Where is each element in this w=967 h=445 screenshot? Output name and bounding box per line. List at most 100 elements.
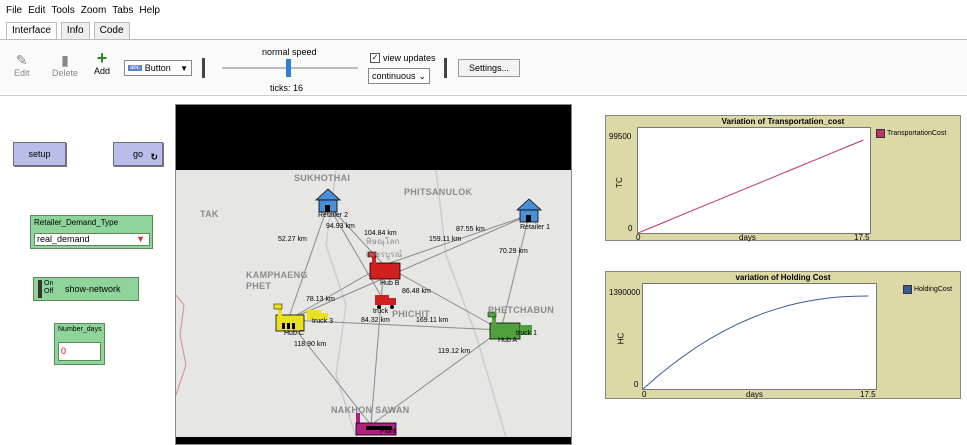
y-axis-label: HC — [616, 332, 626, 345]
switch-on-label: On — [44, 280, 54, 287]
legend-swatch — [903, 285, 912, 294]
trash-icon: ▮ — [61, 52, 69, 68]
y-axis-label: TC — [614, 177, 624, 188]
distance-label: 119.12 km — [438, 348, 471, 355]
divider — [444, 58, 447, 78]
setup-label: setup — [28, 149, 51, 159]
switch-label: show-network — [65, 284, 121, 294]
world-view[interactable]: TAK PHITSANULOK KAMPHAENG PHET PHETCHABU… — [175, 104, 572, 445]
chooser-value[interactable]: real_demand ▼ — [34, 233, 150, 246]
legend-label: TransportationCost — [887, 130, 947, 137]
region-label: NAKHON SAWAN — [331, 405, 410, 415]
chevron-down-icon: ▼ — [180, 63, 188, 73]
x-axis-label: days — [739, 233, 756, 242]
input-title: Number_days — [58, 326, 102, 333]
plot-area — [637, 127, 871, 234]
menu-tools[interactable]: Tools — [51, 5, 74, 16]
view-updates-toggle[interactable]: ✓ view updates — [370, 53, 436, 63]
menu-help[interactable]: Help — [139, 5, 160, 16]
x-min-label: 0 — [642, 390, 647, 399]
plot-svg — [637, 139, 864, 234]
distance-label: 118.90 km — [294, 341, 327, 348]
button-widget-icon: abc — [128, 65, 142, 71]
plot-title: Variation of Transportation_cost — [721, 117, 845, 126]
distance-label: 169.11 km — [416, 317, 449, 324]
speed-slider-thumb[interactable] — [286, 59, 291, 77]
delete-tool[interactable]: ▮ Delete — [52, 52, 78, 78]
settings-button[interactable]: Settings... — [458, 59, 520, 77]
pencil-icon: ✎ — [15, 52, 28, 68]
ticks-counter: ticks: 16 — [270, 83, 304, 93]
plus-icon: + — [96, 48, 108, 68]
retailer-1-icon[interactable] — [515, 198, 543, 223]
node-label: Hub B — [380, 280, 400, 287]
region-label: SUKHOTHAI — [294, 173, 351, 183]
node-label: Retailer 1 — [520, 224, 550, 231]
view-updates-checkbox[interactable]: ✓ — [370, 53, 380, 63]
update-mode-select[interactable]: continuous ⌄ — [368, 68, 430, 84]
tab-info[interactable]: Info — [60, 22, 90, 39]
distance-label: 94.93 km — [326, 223, 355, 230]
distance-label: 78.13 km — [306, 296, 335, 303]
show-network-switch[interactable]: On Off show-network — [33, 277, 139, 301]
distance-label: 86.48 km — [402, 288, 431, 295]
switch-off-label: Off — [44, 288, 54, 295]
retailer-2-icon[interactable] — [314, 188, 342, 213]
tab-code[interactable]: Code — [93, 22, 130, 39]
node-label: Hub C — [284, 330, 304, 337]
distance-label: 104.84 km — [364, 230, 397, 237]
truck-icon[interactable] — [375, 295, 396, 309]
switch-toggle[interactable]: On Off — [38, 280, 60, 298]
chooser-title: Retailer_Demand_Type — [34, 218, 119, 227]
holding-cost-line — [642, 295, 869, 390]
number-days-input[interactable]: Number_days 0 — [54, 323, 105, 365]
node-label: truck — [373, 308, 389, 315]
widget-type-value: Button — [144, 63, 171, 73]
y-max-label: 99500 — [609, 132, 632, 141]
tab-interface[interactable]: Interface — [6, 22, 57, 39]
transportation-cost-line — [637, 139, 864, 234]
transportation-cost-plot: Variation of Transportation_cost 99500 0… — [605, 115, 961, 242]
province-border — [176, 294, 187, 396]
go-button[interactable]: go ↻ — [113, 142, 163, 166]
x-axis-label: days — [746, 390, 763, 399]
legend: HoldingCost — [903, 285, 952, 294]
view-updates-label: view updates — [383, 53, 436, 63]
widget-type-select[interactable]: abc Button ▼ — [124, 60, 192, 76]
tab-bar: Interface Info Code — [0, 22, 967, 40]
add-label: Add — [94, 66, 111, 76]
region-label: PHITSANULOK — [404, 187, 473, 197]
distance-label: 87.55 km — [456, 226, 485, 233]
y-min-label: 0 — [634, 380, 639, 389]
speed-label: normal speed — [262, 47, 317, 57]
node-label: Retailer 2 — [318, 212, 348, 219]
hub-c-icon[interactable] — [273, 303, 305, 332]
node-label: truck 1 — [516, 330, 538, 337]
legend-label: HoldingCost — [914, 286, 953, 293]
input-value[interactable]: 0 — [58, 342, 101, 361]
map-network — [176, 169, 543, 438]
distance-label: 52.27 km — [278, 236, 307, 243]
distance-label: 70.29 km — [499, 248, 528, 255]
triangle-down-icon: ▼ — [136, 234, 145, 244]
legend: TransportationCost — [876, 129, 946, 138]
setup-button[interactable]: setup — [13, 142, 66, 166]
legend-swatch — [876, 129, 885, 138]
node-label: Hub A — [498, 337, 518, 344]
go-label: go — [132, 149, 143, 159]
menu-edit[interactable]: Edit — [28, 5, 45, 16]
plot-title: variation of Holding Cost — [735, 273, 831, 282]
forever-icon: ↻ — [150, 152, 158, 162]
menu-file[interactable]: File — [6, 5, 22, 16]
menu-zoom[interactable]: Zoom — [81, 5, 107, 16]
menu-tabs[interactable]: Tabs — [112, 5, 133, 16]
add-tool[interactable]: + Add — [94, 48, 111, 76]
x-min-label: 0 — [636, 233, 641, 242]
plot-area — [642, 283, 877, 390]
region-label: KAMPHAENG PHET — [246, 270, 308, 291]
update-mode-value: continuous — [372, 71, 416, 81]
edit-tool[interactable]: ✎ Edit — [14, 52, 30, 78]
thai-label: เพชรบูรณ์ — [366, 250, 403, 259]
retailer-demand-chooser[interactable]: Retailer_Demand_Type real_demand ▼ — [30, 215, 153, 249]
y-max-label: 1390000 — [609, 288, 641, 297]
